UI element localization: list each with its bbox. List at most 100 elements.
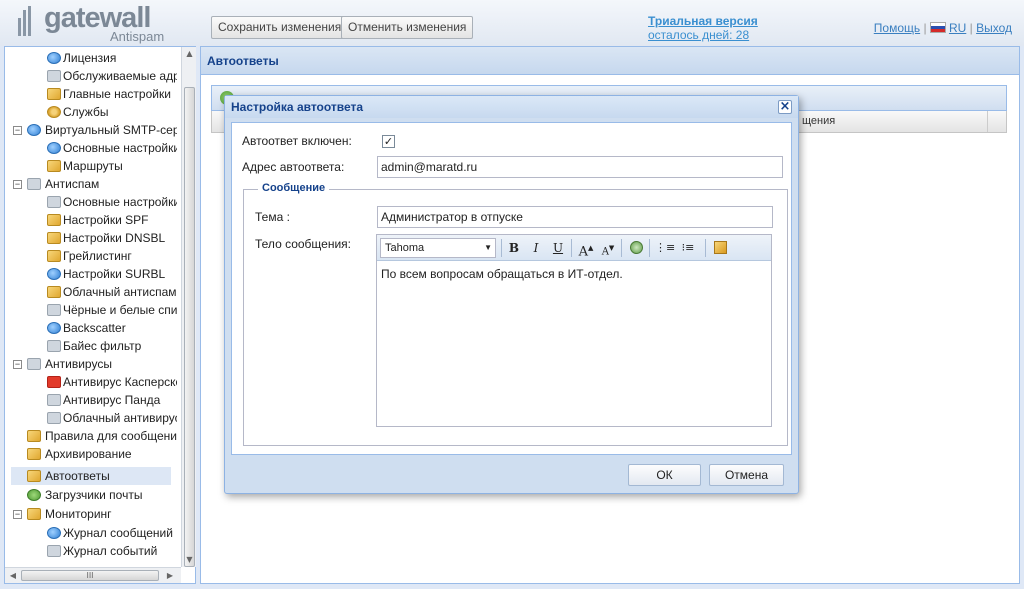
tree-item-bayes[interactable]: Байес фильтр xyxy=(5,337,177,355)
antispam-icon xyxy=(27,178,41,190)
tree-horizontal-scrollbar[interactable]: ◀ III ▶ xyxy=(5,567,181,583)
tree-item-mail-loaders[interactable]: Загрузчики почты xyxy=(5,486,177,504)
collapse-toggle-icon[interactable]: − xyxy=(13,360,22,369)
tree-item-dnsbl[interactable]: Настройки DNSBL xyxy=(5,229,177,247)
tree-item-routes[interactable]: Маршруты xyxy=(5,157,177,175)
tree-item-rules[interactable]: Правила для сообщений xyxy=(5,427,177,445)
tree-item-monitoring[interactable]: − Мониторинг xyxy=(5,505,177,523)
services-icon xyxy=(47,106,61,118)
collapse-toggle-icon[interactable]: − xyxy=(13,126,22,135)
bayes-icon xyxy=(47,340,61,352)
horizontal-scroll-thumb[interactable]: III xyxy=(21,570,159,581)
tree-item-services[interactable]: Службы xyxy=(5,103,177,121)
body-label: Тело сообщения: xyxy=(255,237,352,251)
tree-item-panda[interactable]: Антивирус Панда xyxy=(5,391,177,409)
logout-link[interactable]: Выход xyxy=(976,21,1012,35)
bulleted-list-icon[interactable]: ⁝≡ xyxy=(679,239,697,257)
numbered-list-icon[interactable]: ⋮≡ xyxy=(655,239,675,257)
spf-icon xyxy=(47,214,61,226)
tree-item-greylisting[interactable]: Грейлистинг xyxy=(5,247,177,265)
enabled-label: Автоответ включен: xyxy=(242,134,352,148)
scroll-down-icon[interactable]: ▼ xyxy=(184,555,195,565)
help-link[interactable]: Помощь xyxy=(874,21,920,35)
increase-font-icon[interactable]: A▲ xyxy=(577,239,595,259)
tree-item-label: Автоответы xyxy=(45,469,110,483)
source-edit-icon[interactable] xyxy=(711,239,729,257)
tree-item-cloud-antivirus[interactable]: Облачный антивирус xyxy=(5,409,177,427)
message-body-editor[interactable]: Tahoma ▼ B I U A▲ A▼ ⋮≡ ⁝≡ По всем вопро… xyxy=(376,234,772,427)
tree-item-backscatter[interactable]: Backscatter xyxy=(5,319,177,337)
trial-info[interactable]: Триальная версия осталось дней: 28 xyxy=(648,14,758,42)
editor-content[interactable]: По всем вопросам обращаться в ИТ-отдел. xyxy=(381,267,623,281)
mail-loaders-icon xyxy=(27,489,41,501)
color-icon[interactable] xyxy=(627,239,645,257)
collapse-toggle-icon[interactable]: − xyxy=(13,180,22,189)
subject-field[interactable]: Администратор в отпуске xyxy=(377,206,773,228)
ok-button[interactable]: ОК xyxy=(628,464,701,486)
tree-item-kaspersky[interactable]: Антивирус Касперского xyxy=(5,373,177,391)
tree-item-label: Обслуживаемые адреса xyxy=(63,69,177,83)
tree-item-surbl[interactable]: Настройки SURBL xyxy=(5,265,177,283)
routes-icon xyxy=(47,160,61,172)
save-changes-button[interactable]: Сохранить изменения xyxy=(211,16,349,39)
russia-flag-icon xyxy=(929,22,946,33)
panda-icon xyxy=(47,394,61,406)
scroll-left-icon[interactable]: ◀ xyxy=(8,570,18,581)
tree-item-event-log[interactable]: Журнал событий xyxy=(5,542,177,560)
tree-item-label: Журнал событий xyxy=(63,544,158,558)
tree-item-antispam-settings[interactable]: Основные настройки xyxy=(5,193,177,211)
font-select[interactable]: Tahoma ▼ xyxy=(380,238,496,258)
tree-item-antivirus[interactable]: − Антивирусы xyxy=(5,355,177,373)
tree-item-message-log[interactable]: Журнал сообщений xyxy=(5,524,177,542)
tree-item-label: Основные настройки xyxy=(63,195,177,209)
address-field[interactable]: admin@maratd.ru xyxy=(377,156,783,178)
column-header-description[interactable]: щения xyxy=(802,115,835,127)
collapse-toggle-icon[interactable]: − xyxy=(13,510,22,519)
tree-item-label: Антиспам xyxy=(45,177,100,191)
tree-item-label: Маршруты xyxy=(63,159,123,173)
tree-item-label: Грейлистинг xyxy=(63,249,132,263)
underline-icon[interactable]: U xyxy=(549,239,567,257)
bold-icon[interactable]: B xyxy=(505,239,523,257)
dnsbl-icon xyxy=(47,232,61,244)
tree-item-label: Антивирус Панда xyxy=(63,393,161,407)
addresses-icon xyxy=(47,70,61,82)
antispam-settings-icon xyxy=(47,196,61,208)
tree-item-smtp[interactable]: − Виртуальный SMTP-сервер xyxy=(5,121,177,139)
tree-item-addresses[interactable]: Обслуживаемые адреса xyxy=(5,67,177,85)
tree-item-archive[interactable]: Архивирование xyxy=(5,445,177,463)
trial-days-link[interactable]: осталось дней: 28 xyxy=(648,28,758,42)
language-link[interactable]: RU xyxy=(949,21,966,35)
font-select-value: Tahoma xyxy=(385,242,425,254)
tree-item-antispam[interactable]: − Антиспам xyxy=(5,175,177,193)
dialog-title[interactable]: Настройка автоответа xyxy=(225,96,798,118)
link-separator: | xyxy=(969,21,973,35)
dialog-body: Автоответ включен: ✓ Адрес автоответа: a… xyxy=(231,122,792,455)
tree-item-license[interactable]: Лицензия xyxy=(5,49,177,67)
close-icon[interactable]: × xyxy=(778,100,792,114)
trial-version-link[interactable]: Триальная версия xyxy=(648,14,758,28)
cancel-button[interactable]: Отмена xyxy=(709,464,784,486)
toolbar-separator xyxy=(649,239,650,257)
smtp-icon xyxy=(27,124,41,136)
vertical-scroll-thumb[interactable] xyxy=(184,87,195,567)
tree-vertical-scrollbar[interactable]: ▲ ▼ xyxy=(181,47,196,567)
enabled-checkbox[interactable]: ✓ xyxy=(382,135,395,148)
license-icon xyxy=(47,52,61,64)
tree-item-label: Мониторинг xyxy=(45,507,112,521)
tree-item-cloud-antispam[interactable]: Облачный антиспам xyxy=(5,283,177,301)
italic-icon[interactable]: I xyxy=(527,239,545,257)
decrease-font-icon[interactable]: A▼ xyxy=(599,239,617,257)
toolbar-separator xyxy=(501,239,502,257)
cancel-changes-button[interactable]: Отменить изменения xyxy=(341,16,474,39)
tree-item-autoreply[interactable]: Автоответы xyxy=(11,467,171,485)
scroll-up-icon[interactable]: ▲ xyxy=(184,49,195,59)
app-header: gatewall Antispam Сохранить изменения От… xyxy=(0,0,1024,46)
tree-item-lists[interactable]: Чёрные и белые списки xyxy=(5,301,177,319)
tree-item-label: Виртуальный SMTP-сервер xyxy=(45,123,177,137)
scroll-right-icon[interactable]: ▶ xyxy=(165,570,175,581)
tree-item-smtp-settings[interactable]: Основные настройки xyxy=(5,139,177,157)
tree-item-label: Архивирование xyxy=(45,447,132,461)
tree-item-spf[interactable]: Настройки SPF xyxy=(5,211,177,229)
tree-item-main-settings[interactable]: Главные настройки xyxy=(5,85,177,103)
